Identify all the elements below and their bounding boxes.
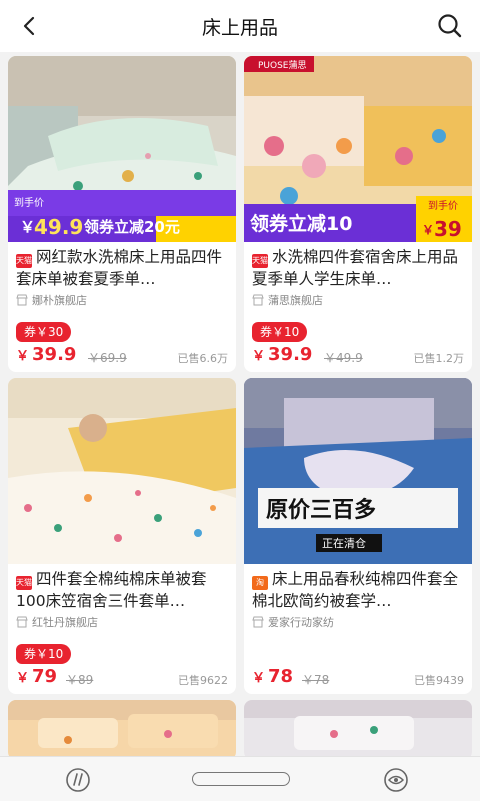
sold-count: 已售1.2万 xyxy=(413,352,465,365)
system-nav-bar xyxy=(0,756,480,801)
sold-count: 已售9439 xyxy=(414,674,464,687)
store-row: 爱家行动家纺 xyxy=(252,614,334,630)
original-price: ￥69.9 xyxy=(88,351,127,365)
product-image[interactable]: 到手价 ￥ 49.9 领券立减20元 xyxy=(8,56,236,242)
svg-text:￥: ￥ xyxy=(422,223,434,237)
image-tag: 到手价 xyxy=(428,199,458,212)
original-price: ￥49.9 xyxy=(324,351,363,365)
back-arrow-icon[interactable] xyxy=(18,14,42,38)
image-brand: PUOSE蒲思 xyxy=(258,59,307,71)
nav-assistant-icon[interactable] xyxy=(382,766,410,794)
store-name: 红牡丹旗舰店 xyxy=(32,616,98,629)
top-bar: 床上用品 xyxy=(0,0,480,52)
product-image[interactable]: PUOSE蒲思 领券立减10 到手价 ￥ 39 xyxy=(244,56,472,242)
product-card[interactable]: 到手价 ￥ 49.9 领券立减20元 天猫 网红款水洗棉床上用品四件套床单被套夏季… xyxy=(8,56,236,372)
store-name: 爱家行动家纺 xyxy=(268,616,334,629)
image-promo: 领券立减20元 xyxy=(83,218,180,236)
page-title: 床上用品 xyxy=(201,16,278,39)
product-image[interactable] xyxy=(8,378,236,564)
coupon-badge[interactable]: 券￥10 xyxy=(16,644,72,664)
sold-count: 已售9622 xyxy=(178,674,228,687)
store-icon xyxy=(16,294,28,306)
store-row: 红牡丹旗舰店 xyxy=(16,614,98,630)
product-title[interactable]: 淘床上用品春秋纯棉四件套全棉北欧简约被套学… xyxy=(252,568,466,612)
tmall-badge-icon: 天猫 xyxy=(252,254,268,268)
tmall-badge-icon: 天猫 xyxy=(16,254,32,268)
product-title[interactable]: 天猫 水洗棉四件套宿舍床上用品夏季单人学生床单… xyxy=(252,246,466,290)
nav-home-pill[interactable] xyxy=(192,772,290,786)
coupon-badge[interactable]: 券￥30 xyxy=(16,322,72,342)
product-card[interactable]: PUOSE蒲思 领券立减10 到手价 ￥ 39 天猫 水洗棉四件套宿舍床上用品夏季… xyxy=(244,56,472,372)
product-image[interactable] xyxy=(8,700,236,760)
store-icon xyxy=(16,616,28,628)
image-main-text: 原价三百多 xyxy=(266,497,376,523)
product-card[interactable]: 天猫 四件套全棉纯棉床单被套100床笠宿舍三件套单… 红牡丹旗舰店 券￥10 ￥ 7… xyxy=(8,378,236,694)
image-promo: 领券立减10 xyxy=(250,212,352,235)
store-icon xyxy=(252,294,264,306)
store-icon xyxy=(252,616,264,628)
taobao-badge-icon: 淘 xyxy=(252,576,268,590)
price: ￥ 39.9 xyxy=(16,344,77,365)
image-price: 49.9 xyxy=(34,215,83,239)
image-sub-text: 正在清仓 xyxy=(322,536,366,550)
store-row: 蒲思旗舰店 xyxy=(252,292,323,308)
product-image[interactable]: 原价三百多 正在清仓 xyxy=(244,378,472,564)
original-price: ￥89 xyxy=(66,673,94,687)
original-price: ￥78 xyxy=(302,673,330,687)
product-card[interactable] xyxy=(244,700,472,760)
product-title[interactable]: 天猫 四件套全棉纯棉床单被套100床笠宿舍三件套单… xyxy=(16,568,230,612)
store-row: 娜朴旗舰店 xyxy=(16,292,87,308)
product-card[interactable] xyxy=(8,700,236,760)
image-tag: 到手价 xyxy=(14,196,44,209)
tmall-badge-icon: 天猫 xyxy=(16,576,32,590)
coupon-badge[interactable]: 券￥10 xyxy=(252,322,308,342)
image-price: 39 xyxy=(434,217,462,241)
store-name: 娜朴旗舰店 xyxy=(32,294,87,307)
nav-back-icon[interactable] xyxy=(64,766,92,794)
svg-text:￥: ￥ xyxy=(20,218,35,236)
price: ￥ 78 xyxy=(252,666,294,687)
price: ￥ 39.9 xyxy=(252,344,313,365)
search-icon[interactable] xyxy=(436,12,464,40)
product-image[interactable] xyxy=(244,700,472,760)
price: ￥ 79 xyxy=(16,666,58,687)
sold-count: 已售6.6万 xyxy=(177,352,229,365)
store-name: 蒲思旗舰店 xyxy=(268,294,323,307)
product-title[interactable]: 天猫 网红款水洗棉床上用品四件套床单被套夏季单… xyxy=(16,246,230,290)
product-card[interactable]: 原价三百多 正在清仓 淘床上用品春秋纯棉四件套全棉北欧简约被套学… 爱家行动家纺… xyxy=(244,378,472,694)
